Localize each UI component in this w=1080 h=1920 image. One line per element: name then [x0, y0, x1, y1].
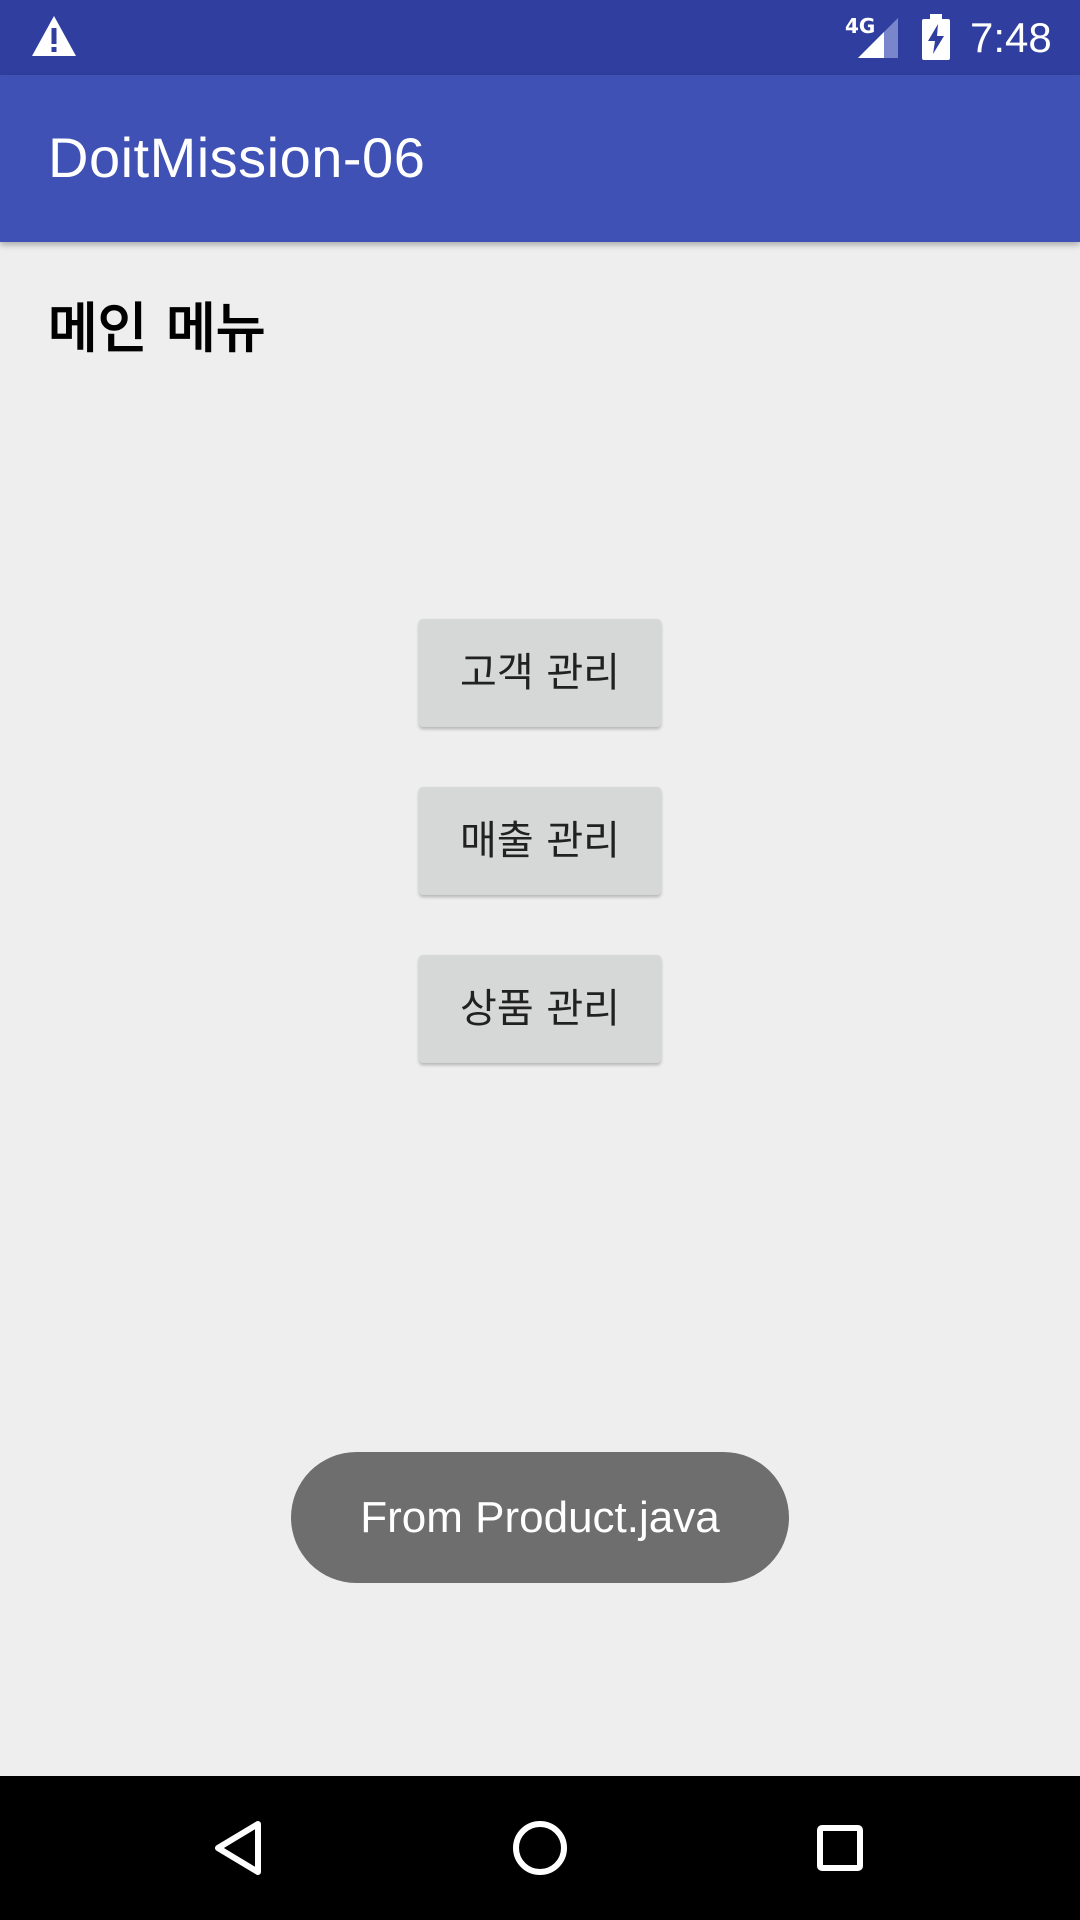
signal-icon: [858, 18, 898, 58]
home-icon[interactable]: [490, 1798, 590, 1898]
recents-icon[interactable]: [790, 1798, 890, 1898]
main-menu-heading: 메인 메뉴: [48, 297, 266, 360]
back-icon[interactable]: [190, 1798, 290, 1898]
product-management-button[interactable]: 상품 관리: [419, 955, 661, 1063]
app-bar: DoitMission-06: [0, 75, 1080, 242]
screen: 4G 7:48 DoitMission-06 메인 메뉴 고객 관리 매출 관리…: [0, 0, 1080, 1920]
navigation-bar: [0, 1776, 1080, 1920]
sales-management-button[interactable]: 매출 관리: [419, 787, 661, 895]
app-title: DoitMission-06: [48, 126, 426, 189]
customer-management-button[interactable]: 고객 관리: [419, 619, 661, 727]
warning-icon: [32, 16, 76, 56]
status-time: 7:48: [970, 14, 1052, 61]
toast-message: From Product.java: [291, 1452, 789, 1583]
battery-charging-icon: [922, 14, 950, 60]
status-bar: 4G 7:48: [0, 0, 1080, 75]
